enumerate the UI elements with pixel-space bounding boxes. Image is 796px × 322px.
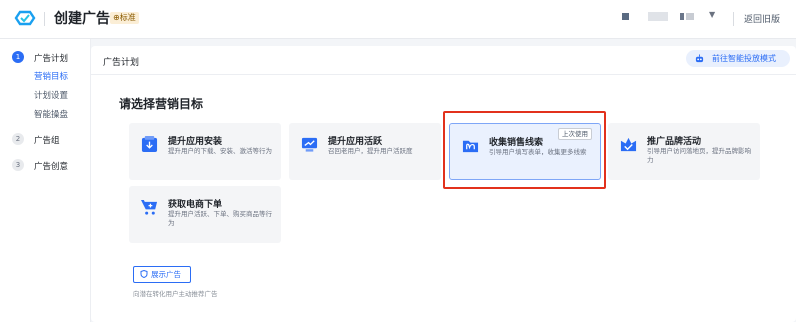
title-divider xyxy=(44,12,45,26)
card-title: 提升应用活跃 xyxy=(328,137,383,147)
robot-icon xyxy=(695,54,704,63)
header-divider xyxy=(733,12,734,26)
trend-monitor-icon xyxy=(301,137,318,152)
account-id-redacted xyxy=(680,13,684,20)
chevron-down-icon[interactable]: ▼ xyxy=(709,10,715,19)
smart-mode-button[interactable]: 前往智能投放模式 xyxy=(686,50,790,67)
card-description: 提升用户活跃、下单、购买商品等行为 xyxy=(168,210,272,227)
edition-badge: ⊕标准 xyxy=(110,12,139,24)
substep-marketing-goal[interactable]: 营销目标 xyxy=(34,70,68,82)
substep-plan-settings[interactable]: 计划设置 xyxy=(34,89,68,101)
show-ad-hint: 向潜在转化用户主动推荐广告 xyxy=(133,290,218,298)
goal-card-ecommerce-order[interactable]: 获取电商下单 提升用户活跃、下单、购买商品等行为 xyxy=(129,186,281,243)
account-name-redacted xyxy=(648,12,668,21)
card-description: 提升用户的下载、安装、激活等行为 xyxy=(168,147,272,155)
account-id-redacted-2 xyxy=(686,13,694,20)
step-number: 3 xyxy=(12,159,24,171)
page-title: 创建广告 xyxy=(54,11,110,27)
step-sidebar: 1 广告计划 营销目标 计划设置 智能操盘 2 广告组 3 广告创意 xyxy=(0,39,91,322)
account-avatar xyxy=(622,13,629,20)
show-ad-button[interactable]: 展示广告 xyxy=(133,266,191,283)
show-ad-label: 展示广告 xyxy=(151,270,181,279)
goal-card-brand-activity[interactable]: 推广品牌活动 引导用户访问落地页，提升品牌影响力 xyxy=(608,123,760,180)
section-title: 请选择营销目标 xyxy=(119,97,204,111)
smart-mode-label: 前往智能投放模式 xyxy=(712,54,776,63)
card-title: 提升应用安装 xyxy=(168,137,223,147)
panel-title: 广告计划 xyxy=(103,58,140,68)
app-logo-icon xyxy=(14,10,36,26)
edition-badge-label: 标准 xyxy=(119,13,136,22)
card-description: 引导用户访问落地页，提升品牌影响力 xyxy=(647,147,751,164)
card-title: 获取电商下单 xyxy=(168,200,223,210)
step-label: 广告创意 xyxy=(34,162,69,172)
step-label: 广告计划 xyxy=(34,54,69,64)
step-number: 2 xyxy=(12,133,24,145)
shield-icon xyxy=(140,270,148,278)
goal-card-app-active[interactable]: 提升应用活跃 召回老用户，提升用户活跃度 xyxy=(289,123,441,180)
card-title: 推广品牌活动 xyxy=(647,137,702,147)
shopping-cart-icon xyxy=(141,199,158,215)
app-download-icon xyxy=(141,136,158,153)
step-label: 广告组 xyxy=(34,136,60,146)
selection-highlight-box xyxy=(443,111,606,189)
substep-smart-operation[interactable]: 智能操盘 xyxy=(34,108,68,120)
panel-divider xyxy=(91,74,796,75)
goal-card-app-install[interactable]: 提升应用安装 提升用户的下载、安装、激活等行为 xyxy=(129,123,281,180)
back-to-old-version-link[interactable]: 返回旧版 xyxy=(744,12,780,25)
step-number: 1 xyxy=(12,51,24,63)
card-description: 召回老用户，提升用户活跃度 xyxy=(328,147,413,155)
brand-check-icon xyxy=(620,137,637,152)
top-bar: 创建广告 ⊕标准 ▼ 返回旧版 xyxy=(0,0,796,39)
